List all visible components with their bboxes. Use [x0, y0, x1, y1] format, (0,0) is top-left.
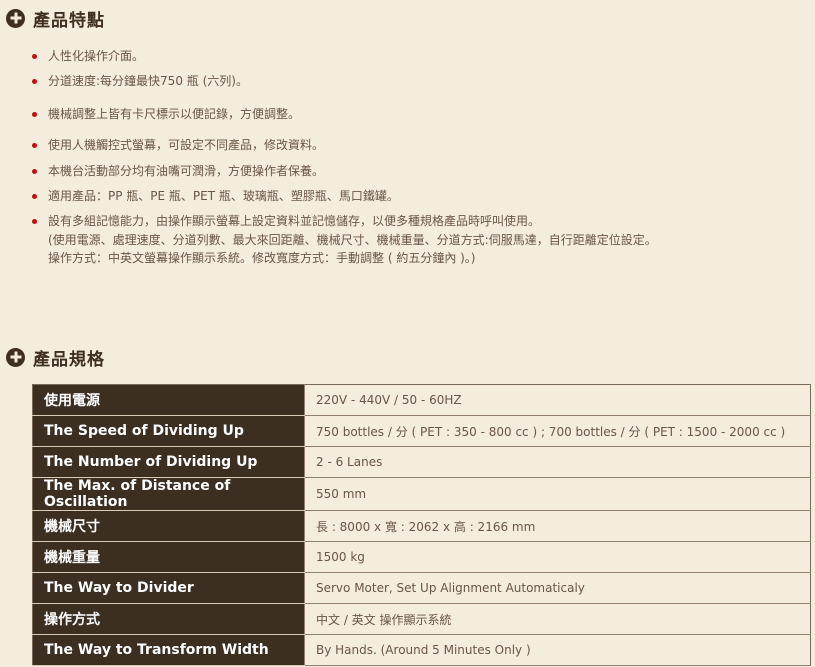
feature-item: 設有多組記憶能力，由操作顯示螢幕上設定資料並記憶儲存，以便多種規格產品時呼叫使用…: [30, 211, 657, 267]
feature-text: 人性化操作介面。: [48, 49, 145, 63]
feature-text: 使用人機觸控式螢幕，可設定不同產品，修改資料。: [48, 138, 325, 152]
spec-value: 2 - 6 Lanes: [304, 446, 811, 478]
table-row: The Number of Dividing Up 2 - 6 Lanes: [32, 446, 811, 478]
spec-value: 750 bottles / 分 ( PET : 350 - 800 cc ) ;…: [304, 415, 811, 447]
bullet-icon: [32, 194, 37, 199]
table-row: 機械尺寸長 : 8000 x 寬 : 2062 x 高 : 2166 mm: [32, 510, 811, 542]
feature-text: 設有多組記憶能力，由操作顯示螢幕上設定資料並記憶儲存，以便多種規格產品時呼叫使用…: [48, 214, 541, 228]
feature-text: 本機台活動部分均有油嘴可潤滑，方便操作者保養。: [48, 164, 325, 178]
spec-label: The Number of Dividing Up: [32, 446, 305, 478]
spec-label: 使用電源: [32, 384, 305, 416]
feature-item: 使用人機觸控式螢幕，可設定不同產品，修改資料。: [30, 135, 324, 155]
bullet-icon: [32, 143, 37, 148]
table-row: The Way to Transform Width By Hands. (Aro…: [32, 634, 811, 666]
spec-value: 550 mm: [304, 477, 811, 511]
spec-label: 機械重量: [32, 541, 305, 573]
spec-value: Servo Moter, Set Up Alignment Automatica…: [304, 572, 811, 604]
feature-text: 適用產品：PP 瓶、PE 瓶、PET 瓶、玻璃瓶、塑膠瓶、馬口鐵罐。: [48, 189, 399, 203]
feature-subtext: (使用電源、處理速度、分道列數、最大來回距離、機械尺寸、機械重量、分道方式:伺服…: [48, 233, 657, 247]
plus-circle-icon[interactable]: [6, 347, 25, 367]
bullet-icon: [32, 219, 37, 224]
specs-section-title: 產品規格: [33, 349, 105, 370]
feature-item: 本機台活動部分均有油嘴可潤滑，方便操作者保養。: [30, 161, 324, 181]
feature-text: 分道速度:每分鐘最快750 瓶 (六列)。: [48, 74, 248, 88]
feature-subtext: 操作方式：中英文螢幕操作顯示系統。修改寬度方式：手動調整 ( 約五分鐘內 )。): [48, 251, 476, 265]
features-section-header: 產品特點: [6, 6, 105, 31]
table-row: The Speed of Dividing Up 750 bottles / 分 …: [32, 415, 811, 447]
bullet-icon: [32, 54, 37, 59]
bullet-icon: [32, 79, 37, 84]
specs-section-header: 產品規格: [6, 345, 105, 370]
features-section-title: 產品特點: [33, 10, 105, 31]
spec-value: 中文 / 英文 操作顯示系統: [304, 603, 811, 635]
spec-label: The Way to Divider: [32, 572, 305, 604]
spec-value: 1500 kg: [304, 541, 811, 573]
spec-value: 220V - 440V / 50 - 60HZ: [304, 384, 811, 416]
spec-label: 機械尺寸: [32, 510, 305, 542]
spec-label: The Way to Transform Width: [32, 634, 305, 666]
spec-value: 長 : 8000 x 寬 : 2062 x 高 : 2166 mm: [304, 510, 811, 542]
feature-item: 人性化操作介面。: [30, 46, 144, 66]
spec-value: By Hands. (Around 5 Minutes Only ): [304, 634, 811, 666]
spec-label: The Max. of Distance of Oscillation: [32, 477, 305, 511]
table-row: The Way to Divider Servo Moter, Set Up Al…: [32, 572, 811, 604]
table-row: The Max. of Distance of Oscillation 550 m…: [32, 477, 811, 511]
specs-table: 使用電源 220V - 440V / 50 - 60HZ The Speed of…: [32, 384, 811, 666]
spec-label: 操作方式: [32, 603, 305, 635]
table-row: 機械重量 1500 kg: [32, 541, 811, 573]
table-row: 操作方式 中文 / 英文 操作顯示系統: [32, 603, 811, 635]
feature-item: 分道速度:每分鐘最快750 瓶 (六列)。: [30, 71, 248, 91]
plus-circle-icon[interactable]: [6, 8, 25, 28]
table-row: 使用電源 220V - 440V / 50 - 60HZ: [32, 384, 811, 416]
feature-item: 機械調整上皆有卡尺標示以便記錄，方便調整。: [30, 104, 300, 124]
bullet-icon: [32, 112, 37, 117]
feature-text: 機械調整上皆有卡尺標示以便記錄，方便調整。: [48, 107, 301, 121]
bullet-icon: [32, 169, 37, 174]
feature-item: 適用產品：PP 瓶、PE 瓶、PET 瓶、玻璃瓶、塑膠瓶、馬口鐵罐。: [30, 186, 399, 206]
spec-label: The Speed of Dividing Up: [32, 415, 305, 447]
